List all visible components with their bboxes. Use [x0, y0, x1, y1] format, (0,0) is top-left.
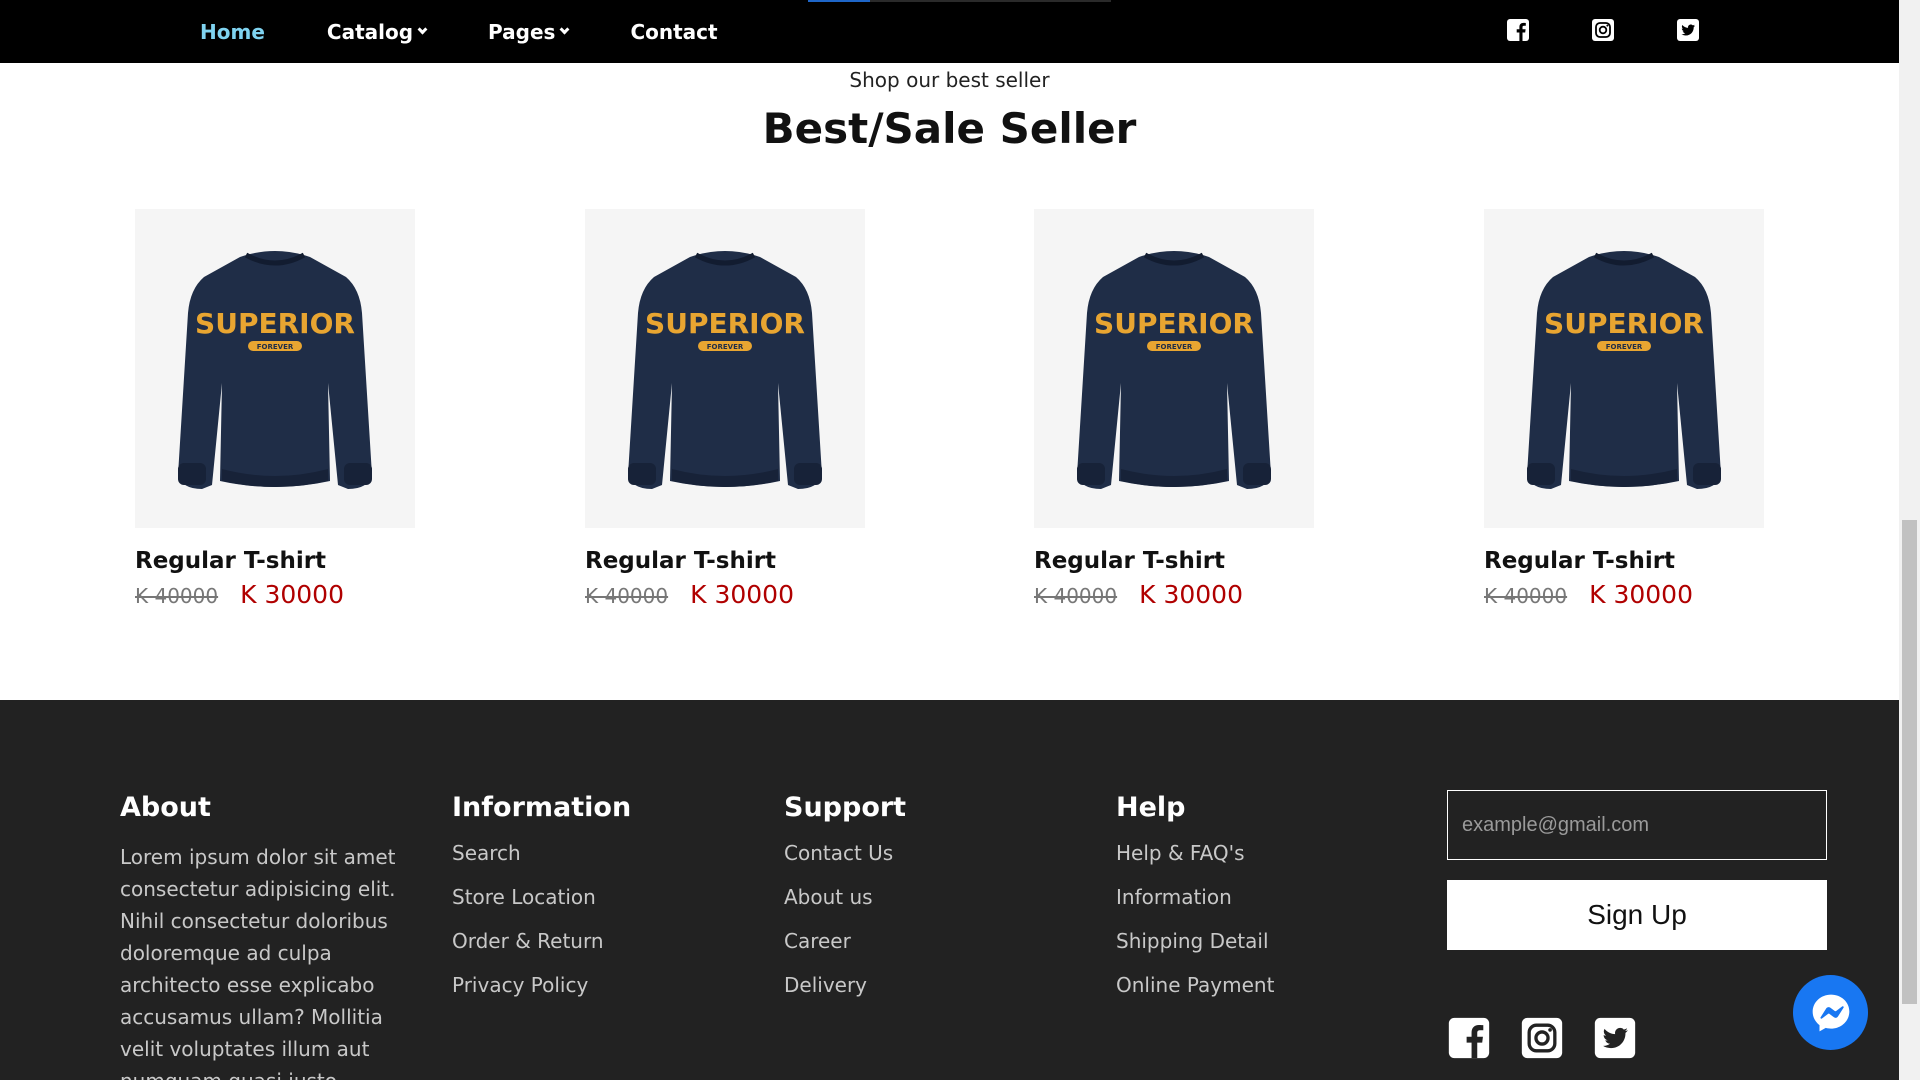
- section-subtitle: Shop our best seller: [849, 68, 1050, 92]
- footer-link-information[interactable]: Information: [1116, 885, 1274, 909]
- chevron-down-icon: [560, 24, 570, 34]
- product-image[interactable]: SUPERIOR FOREVER: [1034, 209, 1314, 528]
- footer-link-search[interactable]: Search: [452, 841, 631, 865]
- footer-link-contact-us[interactable]: Contact Us: [784, 841, 906, 865]
- instagram-icon[interactable]: [1520, 1016, 1564, 1060]
- footer-link-about-us[interactable]: About us: [784, 885, 906, 909]
- footer-about-heading: About: [120, 792, 211, 823]
- facebook-icon[interactable]: [1506, 18, 1530, 42]
- footer-help-heading: Help: [1116, 792, 1186, 823]
- product-card[interactable]: SUPERIOR FOREVER Regular T-shirt K 40000…: [135, 209, 415, 609]
- old-price: K 40000: [1484, 584, 1568, 608]
- footer-information-heading: Information: [452, 792, 632, 823]
- twitter-icon[interactable]: [1593, 1016, 1637, 1060]
- old-price: K 40000: [585, 584, 669, 608]
- nav-contact-label: Contact: [630, 19, 718, 44]
- product-prices: K 40000 K 30000: [135, 580, 415, 609]
- product-prices: K 40000 K 30000: [585, 580, 865, 609]
- sign-up-button[interactable]: Sign Up: [1447, 880, 1827, 950]
- page-scrollbar[interactable]: [1899, 0, 1920, 1080]
- scroll-indicator-progress: [808, 0, 870, 2]
- sweatshirt-print-subtext: FOREVER: [1156, 343, 1193, 351]
- product-prices: K 40000 K 30000: [1484, 580, 1764, 609]
- sweatshirt-image: SUPERIOR FOREVER: [1077, 251, 1271, 489]
- footer-link-online-payment[interactable]: Online Payment: [1116, 973, 1274, 997]
- nav-pages[interactable]: Pages: [488, 19, 570, 44]
- chevron-down-icon: [417, 24, 428, 34]
- product-card[interactable]: SUPERIOR FOREVER Regular T-shirt K 40000…: [1034, 209, 1314, 609]
- section-title: Best/Sale Seller: [762, 104, 1137, 153]
- sale-price: K 30000: [690, 580, 794, 609]
- sweatshirt-print-text: SUPERIOR: [645, 307, 805, 340]
- product-image[interactable]: SUPERIOR FOREVER: [585, 209, 865, 528]
- sweatshirt-print-text: SUPERIOR: [1094, 307, 1254, 340]
- product-name[interactable]: Regular T-shirt: [1484, 548, 1764, 574]
- top-navbar: Home Catalog Pages Contact: [0, 0, 1899, 63]
- footer-link-career[interactable]: Career: [784, 929, 906, 953]
- sweatshirt-print-subtext: FOREVER: [1606, 343, 1643, 351]
- footer-help: Help Help & FAQ's Information Shipping D…: [1116, 792, 1274, 1017]
- sweatshirt-print-text: SUPERIOR: [195, 307, 355, 340]
- product-name[interactable]: Regular T-shirt: [135, 548, 415, 574]
- main-nav: Home Catalog Pages Contact: [200, 0, 780, 63]
- product-name[interactable]: Regular T-shirt: [1034, 548, 1314, 574]
- sweatshirt-print-subtext: FOREVER: [707, 343, 744, 351]
- nav-catalog[interactable]: Catalog: [326, 19, 428, 44]
- sweatshirt-image: SUPERIOR FOREVER: [628, 251, 822, 489]
- messenger-icon: [1812, 994, 1849, 1031]
- scroll-indicator: [808, 0, 1111, 2]
- sale-price: K 30000: [1139, 580, 1243, 609]
- footer-link-order-return[interactable]: Order & Return: [452, 929, 631, 953]
- product-name[interactable]: Regular T-shirt: [585, 548, 865, 574]
- sale-price: K 30000: [1589, 580, 1693, 609]
- nav-contact[interactable]: Contact: [630, 20, 717, 44]
- footer-about: About Lorem ipsum dolor sit amet consect…: [120, 792, 425, 1080]
- product-image[interactable]: SUPERIOR FOREVER: [135, 209, 415, 528]
- footer-link-shipping-detail[interactable]: Shipping Detail: [1116, 929, 1274, 953]
- footer-link-help-faq[interactable]: Help & FAQ's: [1116, 841, 1274, 865]
- sale-price: K 30000: [240, 580, 344, 609]
- newsletter-email-input[interactable]: [1447, 790, 1827, 860]
- footer-information: Information Search Store Location Order …: [452, 792, 631, 1017]
- product-image[interactable]: SUPERIOR FOREVER: [1484, 209, 1764, 528]
- twitter-icon[interactable]: [1676, 18, 1700, 42]
- nav-pages-label: Pages: [488, 19, 556, 44]
- sweatshirt-print-subtext: FOREVER: [257, 343, 294, 351]
- sweatshirt-image: SUPERIOR FOREVER: [178, 251, 372, 489]
- footer-link-privacy-policy[interactable]: Privacy Policy: [452, 973, 631, 997]
- messenger-chat-button[interactable]: [1793, 975, 1868, 1050]
- sweatshirt-image: SUPERIOR FOREVER: [1527, 251, 1721, 489]
- instagram-icon[interactable]: [1591, 18, 1615, 42]
- old-price: K 40000: [1034, 584, 1118, 608]
- scrollbar-thumb[interactable]: [1902, 520, 1917, 1004]
- nav-home-label: Home: [200, 19, 265, 44]
- footer-link-delivery[interactable]: Delivery: [784, 973, 906, 997]
- footer-support: Support Contact Us About us Career Deliv…: [784, 792, 906, 1017]
- old-price: K 40000: [135, 584, 219, 608]
- footer-link-store-location[interactable]: Store Location: [452, 885, 631, 909]
- nav-catalog-label: Catalog: [326, 19, 414, 44]
- product-prices: K 40000 K 30000: [1034, 580, 1314, 609]
- nav-home[interactable]: Home: [200, 20, 265, 44]
- facebook-icon[interactable]: [1447, 1016, 1491, 1060]
- footer-about-text: Lorem ipsum dolor sit amet consectetur a…: [120, 845, 396, 1080]
- product-card[interactable]: SUPERIOR FOREVER Regular T-shirt K 40000…: [1484, 209, 1764, 609]
- product-card[interactable]: SUPERIOR FOREVER Regular T-shirt K 40000…: [585, 209, 865, 609]
- footer-support-heading: Support: [784, 792, 907, 823]
- sweatshirt-print-text: SUPERIOR: [1544, 307, 1704, 340]
